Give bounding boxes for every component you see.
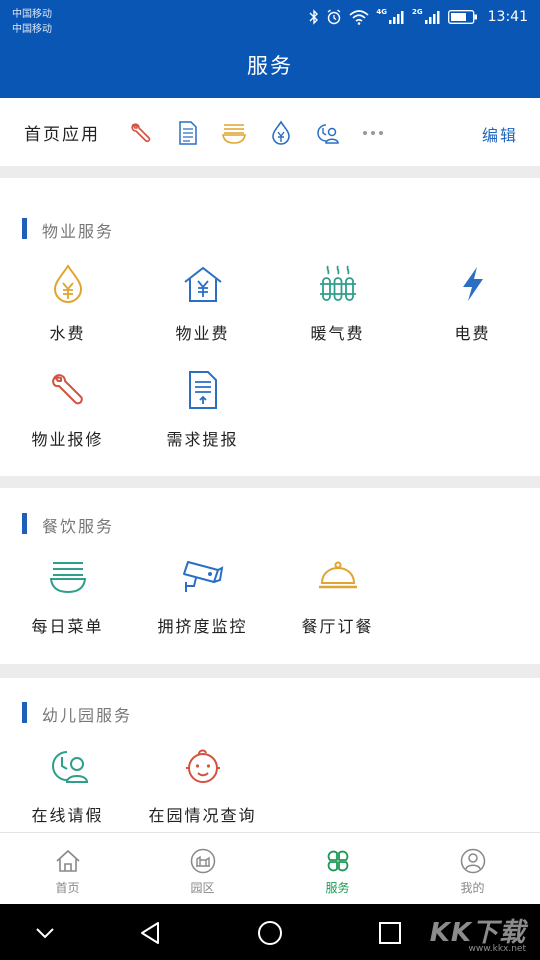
service-label: 在线请假 xyxy=(31,806,104,825)
battery-icon xyxy=(447,10,478,24)
service-daily-menu[interactable]: 每日菜单 xyxy=(0,555,135,655)
house-yen-icon xyxy=(181,262,225,306)
nav-item-park[interactable]: 园区 xyxy=(135,833,270,905)
park-icon xyxy=(189,847,217,875)
more-icon[interactable] xyxy=(360,120,386,146)
watermark: KK下载 www.kkx.net xyxy=(420,912,530,956)
leave-person-icon[interactable] xyxy=(314,120,340,146)
home-circle-icon[interactable] xyxy=(255,918,285,948)
service-crowd-monitor[interactable]: 拥挤度监控 xyxy=(135,555,270,655)
recent-apps-icon[interactable] xyxy=(375,918,405,948)
service-label: 每日菜单 xyxy=(31,617,104,636)
clock: 13:41 xyxy=(487,9,528,25)
home-icon xyxy=(54,847,82,875)
document-icon[interactable] xyxy=(175,120,201,146)
dining-services-section: 餐饮服务 每日菜单 拥挤度监控 餐厅订餐 xyxy=(0,488,540,664)
status-icons: 4G 2G 13:41 xyxy=(309,6,528,28)
service-label: 物业报修 xyxy=(31,430,104,449)
network-type-2: 2G xyxy=(412,8,423,16)
back-icon[interactable] xyxy=(135,918,165,948)
page-title: 服务 xyxy=(247,54,293,78)
section-title-kindergarten: 幼儿园服务 xyxy=(42,706,133,725)
carrier-name-2: 中国移动 xyxy=(12,24,52,35)
nav-item-services[interactable]: 服务 xyxy=(270,833,405,905)
service-campus-status[interactable]: 在园情况查询 xyxy=(135,744,270,844)
grid-icon xyxy=(324,847,352,875)
carrier-name-1: 中国移动 xyxy=(12,9,52,20)
service-label: 在园情况查询 xyxy=(148,806,257,825)
noodle-bowl-icon[interactable] xyxy=(221,120,247,146)
bottom-nav: 首页 园区 服务 我的 xyxy=(0,832,540,904)
lightning-icon xyxy=(451,262,495,306)
nav-label: 我的 xyxy=(460,881,485,895)
home-apps-bar: 首页应用 编辑 xyxy=(0,98,540,166)
section-marker xyxy=(22,218,27,239)
nav-item-home[interactable]: 首页 xyxy=(0,833,135,905)
section-title-dining: 餐饮服务 xyxy=(42,517,115,536)
nav-label: 首页 xyxy=(55,881,80,895)
chevron-down-icon[interactable] xyxy=(30,918,60,948)
water-yen-icon xyxy=(46,262,90,306)
bluetooth-icon xyxy=(309,9,319,25)
noodle-bowl-icon xyxy=(46,555,90,599)
section-marker xyxy=(22,702,27,723)
camera-icon xyxy=(181,555,225,599)
network-type-1: 4G xyxy=(376,8,388,16)
home-apps-label: 首页应用 xyxy=(24,125,100,145)
wrench-icon xyxy=(46,368,90,412)
service-restaurant-order[interactable]: 餐厅订餐 xyxy=(270,555,405,655)
edit-button[interactable]: 编辑 xyxy=(482,122,518,146)
service-label: 餐厅订餐 xyxy=(301,617,374,636)
service-property-repair[interactable]: 物业报修 xyxy=(0,368,135,468)
service-label: 水费 xyxy=(49,324,86,343)
nav-label: 服务 xyxy=(325,881,350,895)
document-icon xyxy=(181,368,225,412)
service-label: 电费 xyxy=(454,324,491,343)
service-water-fee[interactable]: 水费 xyxy=(0,262,135,362)
water-yen-icon[interactable] xyxy=(268,120,294,146)
service-label: 拥挤度监控 xyxy=(157,617,248,636)
radiator-icon xyxy=(316,262,360,306)
wifi-icon xyxy=(349,9,369,25)
service-request-submit[interactable]: 需求提报 xyxy=(135,368,270,468)
nav-label: 园区 xyxy=(190,881,215,895)
service-heating-fee[interactable]: 暖气费 xyxy=(270,262,405,362)
dish-cloche-icon xyxy=(316,555,360,599)
service-property-fee[interactable]: 物业费 xyxy=(135,262,270,362)
app-header: 中国移动 中国移动 4G 2G 13:41 服务 xyxy=(0,0,540,98)
system-nav-bar: KK下载 www.kkx.net xyxy=(0,904,540,960)
property-services-section: 物业服务 水费 物业费 暖气费 电费 物业报修 需求提报 xyxy=(0,178,540,476)
service-electricity-fee[interactable]: 电费 xyxy=(405,262,540,362)
signal-icon-2 xyxy=(424,10,441,24)
alarm-icon xyxy=(326,9,342,25)
section-title-property: 物业服务 xyxy=(42,222,115,241)
section-marker xyxy=(22,513,27,534)
signal-icon-1 xyxy=(389,10,405,24)
profile-icon xyxy=(459,847,487,875)
kindergarten-services-section: 幼儿园服务 在线请假 在园情况查询 xyxy=(0,678,540,832)
watermark-url: www.kkx.net xyxy=(468,944,527,954)
leave-person-icon xyxy=(46,744,90,788)
service-online-leave[interactable]: 在线请假 xyxy=(0,744,135,844)
service-label: 需求提报 xyxy=(166,430,239,449)
wrench-icon[interactable] xyxy=(128,120,154,146)
nav-item-mine[interactable]: 我的 xyxy=(405,833,540,905)
service-label: 暖气费 xyxy=(310,324,365,343)
baby-face-icon xyxy=(181,744,225,788)
service-label: 物业费 xyxy=(175,324,230,343)
